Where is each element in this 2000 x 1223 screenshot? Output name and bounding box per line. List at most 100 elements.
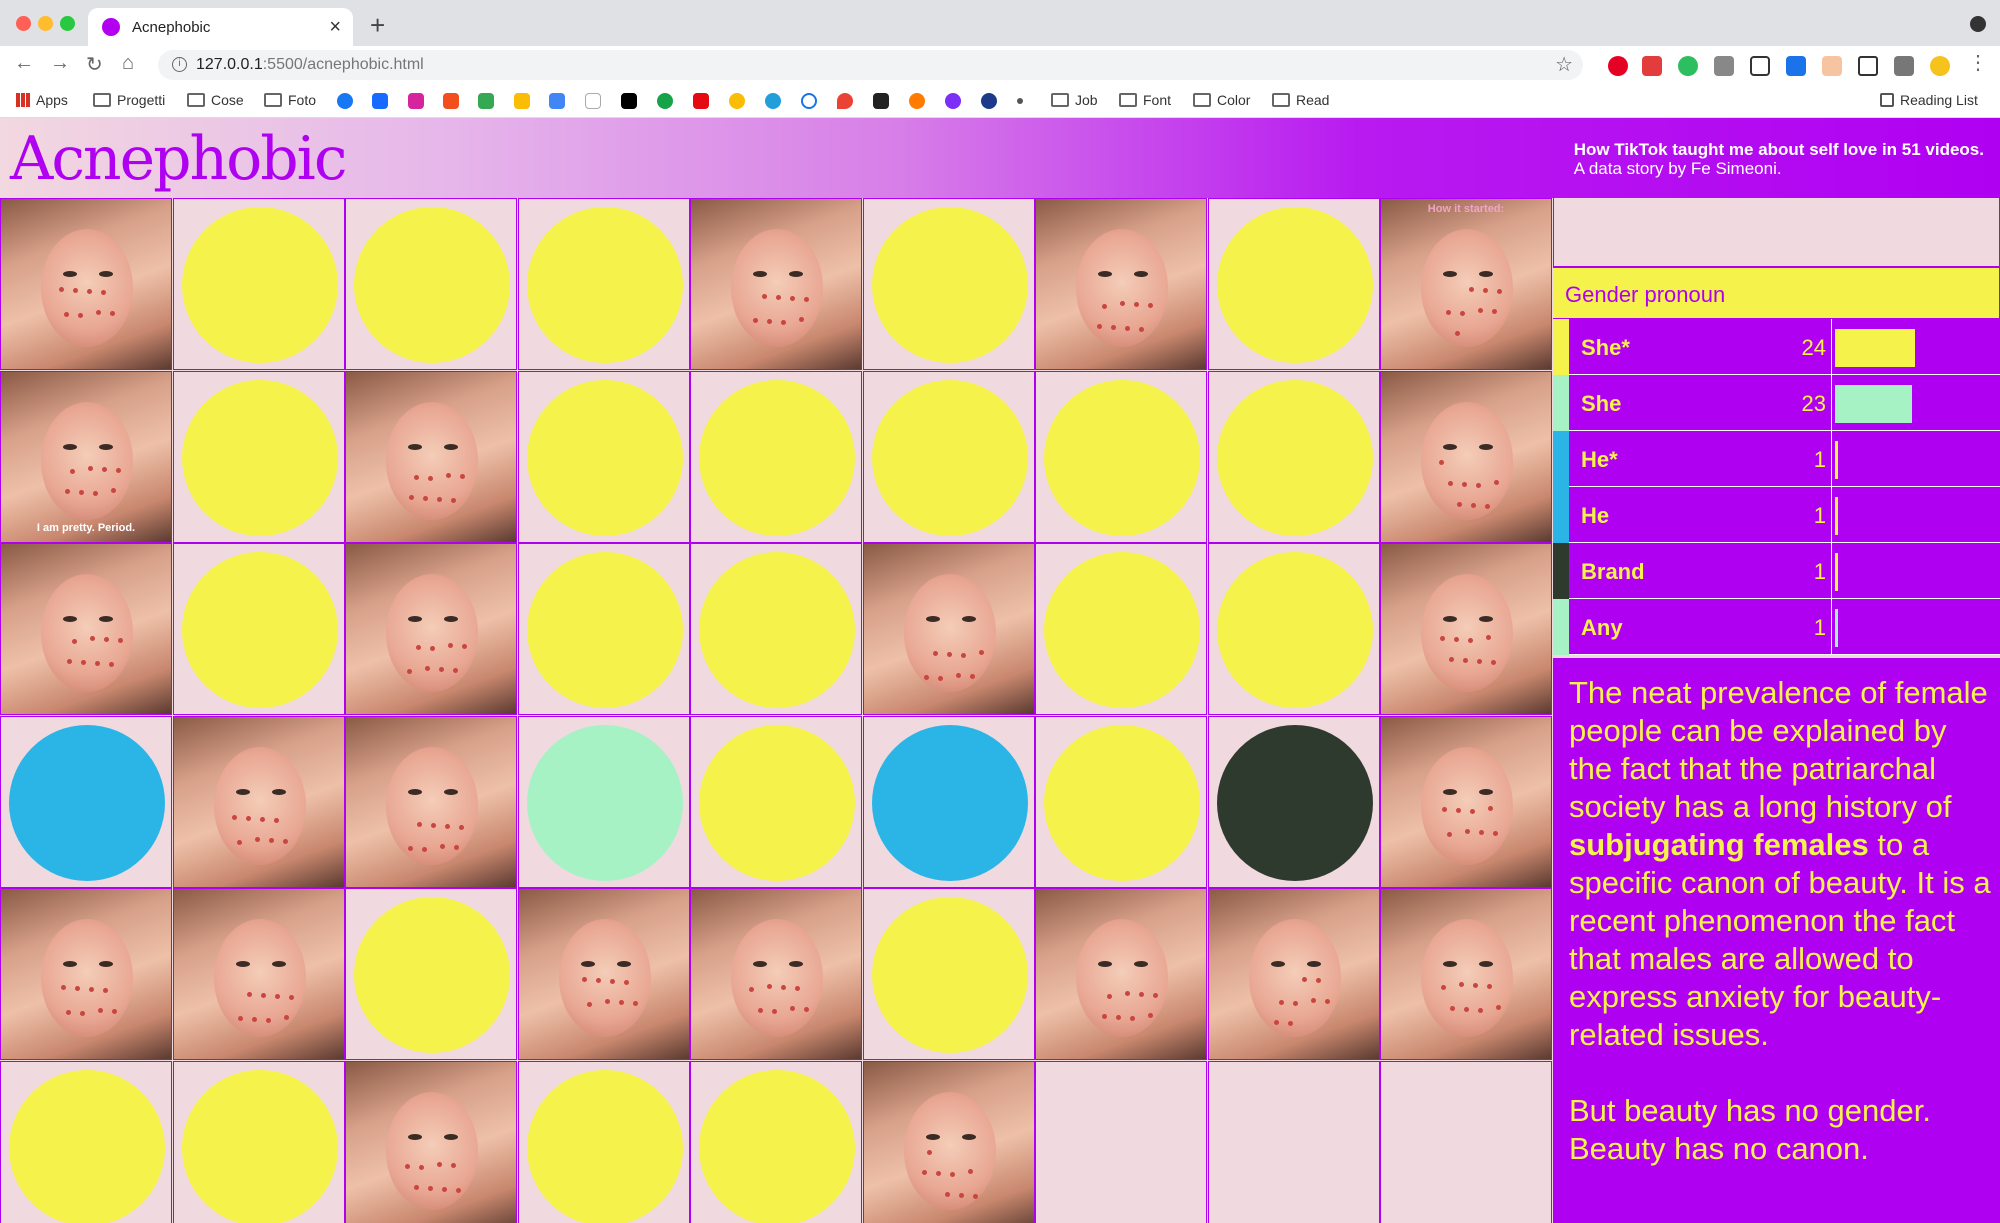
video-thumbnail[interactable]: I am pretty. Period. <box>0 370 172 543</box>
bookmark-icon[interactable] <box>1017 98 1023 104</box>
video-dot[interactable] <box>172 543 345 715</box>
back-icon[interactable]: ← <box>14 52 34 75</box>
bookmark-folder-font[interactable]: Font <box>1119 92 1171 108</box>
video-thumbnail[interactable] <box>345 370 517 543</box>
keep-bookmark-icon[interactable] <box>514 93 530 109</box>
puzzle-extensions-icon[interactable] <box>1894 56 1914 76</box>
picker-extension-icon[interactable] <box>1786 56 1806 76</box>
maximize-window-button[interactable] <box>60 16 75 31</box>
bookmark-folder-read[interactable]: Read <box>1272 92 1329 108</box>
video-thumbnail[interactable] <box>862 1060 1035 1223</box>
camera-extension-icon[interactable] <box>1714 56 1734 76</box>
video-dot[interactable] <box>1207 543 1380 715</box>
close-window-button[interactable] <box>16 16 31 31</box>
telegram-bookmark-icon[interactable] <box>765 93 781 109</box>
video-dot[interactable] <box>690 1060 862 1223</box>
video-dot[interactable] <box>1035 543 1207 715</box>
bookmark-icon[interactable] <box>657 93 673 109</box>
video-thumbnail[interactable]: How it started: <box>1380 198 1552 370</box>
video-dot[interactable] <box>690 543 862 715</box>
video-thumbnail[interactable] <box>0 888 172 1060</box>
video-dot[interactable] <box>1035 715 1207 888</box>
video-thumbnail[interactable] <box>1380 715 1552 888</box>
site-logo[interactable]: Acnephobic <box>10 124 347 194</box>
bookmark-folder-cose[interactable]: Cose <box>187 92 244 108</box>
bookmark-apps[interactable]: Apps <box>16 92 68 108</box>
video-dot[interactable] <box>862 715 1035 888</box>
video-dot[interactable] <box>1035 370 1207 543</box>
video-dot[interactable] <box>1207 715 1380 888</box>
bookmark-icon[interactable] <box>801 93 817 109</box>
video-dot[interactable] <box>1207 198 1380 370</box>
video-thumbnail[interactable] <box>0 198 172 370</box>
pinterest-extension-icon[interactable] <box>1608 56 1628 76</box>
video-dot[interactable] <box>345 198 517 370</box>
video-thumbnail[interactable] <box>1035 888 1207 1060</box>
video-thumbnail[interactable] <box>1035 198 1207 370</box>
figma-bookmark-icon[interactable] <box>443 93 459 109</box>
browser-menu-icon[interactable]: ⋮ <box>1968 50 1988 75</box>
tab-close-icon[interactable]: × <box>329 16 341 39</box>
translate-bookmark-icon[interactable] <box>549 93 565 109</box>
video-dot[interactable] <box>862 370 1035 543</box>
site-info-icon[interactable]: i <box>172 57 187 72</box>
profile-avatar[interactable] <box>1930 56 1950 76</box>
bookmark-icon[interactable] <box>945 93 961 109</box>
behance-bookmark-icon[interactable] <box>372 93 388 109</box>
forward-icon[interactable]: → <box>50 52 70 75</box>
video-thumbnail[interactable] <box>345 543 517 715</box>
bookmark-folder-foto[interactable]: Foto <box>264 92 316 108</box>
minimize-window-button[interactable] <box>38 16 53 31</box>
video-dot[interactable] <box>517 543 690 715</box>
video-thumbnail[interactable] <box>172 715 345 888</box>
maps-bookmark-icon[interactable] <box>837 93 853 109</box>
home-icon[interactable]: ⌂ <box>122 52 134 75</box>
video-thumbnail[interactable] <box>1380 370 1552 543</box>
video-dot[interactable] <box>517 370 690 543</box>
drive-bookmark-icon[interactable] <box>478 93 494 109</box>
address-bar[interactable]: i 127.0.0.1:5500/acnephobic.html ☆ <box>158 50 1583 80</box>
illustrator-bookmark-icon[interactable] <box>909 93 925 109</box>
video-dot[interactable] <box>172 370 345 543</box>
wetransfer-bookmark-icon[interactable] <box>621 93 637 109</box>
video-dot[interactable] <box>690 715 862 888</box>
extension-icon[interactable] <box>1642 56 1662 76</box>
bookmark-folder-job[interactable]: Job <box>1051 92 1098 108</box>
bookmark-folder-color[interactable]: Color <box>1193 92 1250 108</box>
video-dot[interactable] <box>172 1060 345 1223</box>
video-thumbnail[interactable] <box>345 715 517 888</box>
tab-search-icon[interactable] <box>1970 16 1986 32</box>
evernote-extension-icon[interactable] <box>1678 56 1698 76</box>
video-thumbnail[interactable] <box>1380 543 1552 715</box>
reload-icon[interactable]: ↻ <box>86 52 103 77</box>
video-thumbnail[interactable] <box>172 888 345 1060</box>
calendar-extension-icon[interactable] <box>1822 56 1842 76</box>
bookmark-icon[interactable] <box>981 93 997 109</box>
video-dot[interactable] <box>1207 370 1380 543</box>
netflix-bookmark-icon[interactable] <box>693 93 709 109</box>
reading-list-button[interactable]: Reading List <box>1880 92 1978 108</box>
video-thumbnail[interactable] <box>1380 888 1552 1060</box>
video-dot[interactable] <box>345 888 517 1060</box>
facebook-bookmark-icon[interactable] <box>337 93 353 109</box>
wordreference-bookmark-icon[interactable] <box>585 93 601 109</box>
video-dot[interactable] <box>517 1060 690 1223</box>
video-dot[interactable] <box>172 198 345 370</box>
bookmark-icon[interactable] <box>873 93 889 109</box>
video-thumbnail[interactable] <box>0 543 172 715</box>
font-extension-icon[interactable] <box>1750 56 1770 76</box>
bookmark-folder-progetti[interactable]: Progetti <box>93 92 165 108</box>
video-thumbnail[interactable] <box>690 198 862 370</box>
video-dot[interactable] <box>862 888 1035 1060</box>
video-dot[interactable] <box>862 198 1035 370</box>
video-thumbnail[interactable] <box>1207 888 1380 1060</box>
video-dot[interactable] <box>517 715 690 888</box>
video-dot[interactable] <box>517 198 690 370</box>
video-thumbnail[interactable] <box>345 1060 517 1223</box>
screenshot-extension-icon[interactable] <box>1858 56 1878 76</box>
video-dot[interactable] <box>0 715 172 888</box>
video-dot[interactable] <box>0 1060 172 1223</box>
bookmark-star-icon[interactable]: ☆ <box>1555 52 1573 77</box>
instagram-bookmark-icon[interactable] <box>408 93 424 109</box>
video-dot[interactable] <box>690 370 862 543</box>
